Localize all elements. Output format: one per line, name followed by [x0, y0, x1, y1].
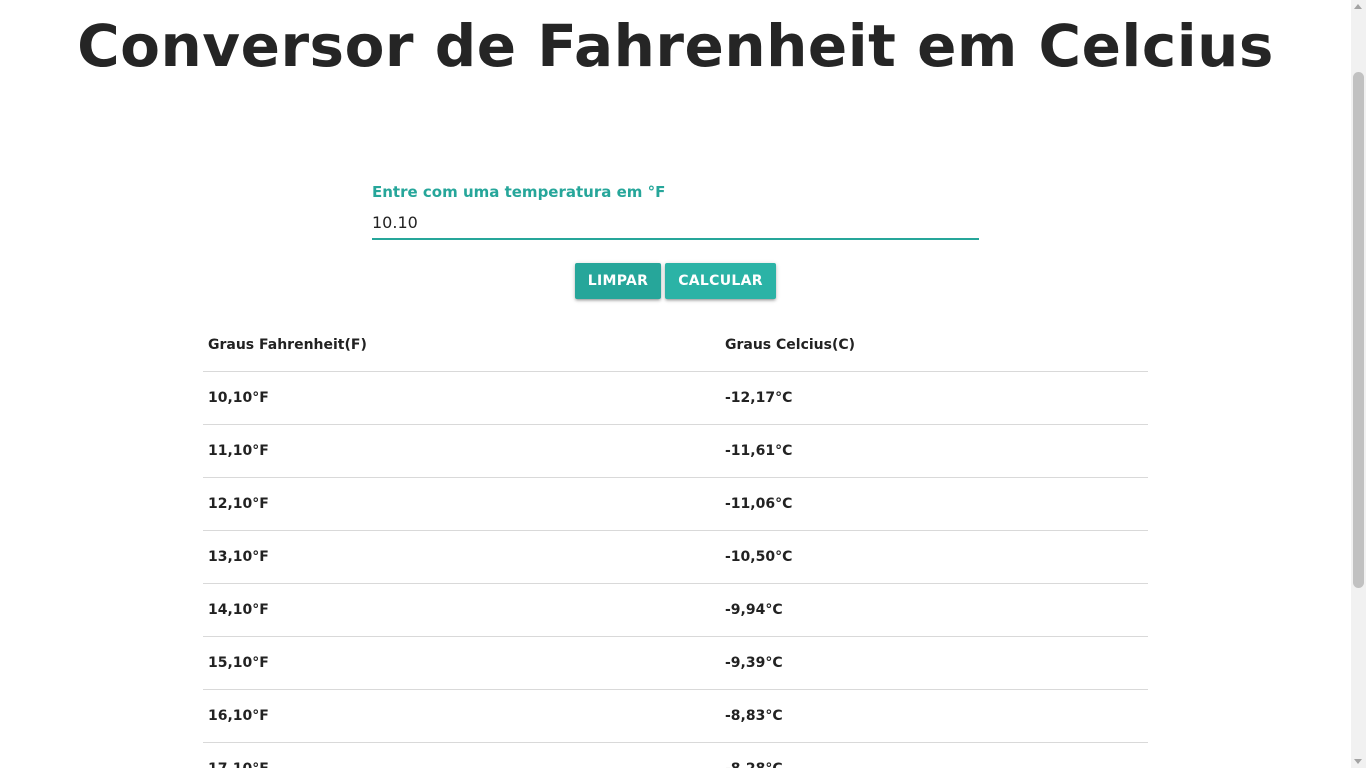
table-row: 14,10°F -9,94°C	[203, 583, 1148, 637]
fahrenheit-cell: 11,10°F	[203, 424, 720, 478]
scroll-up-icon[interactable]	[1354, 4, 1362, 9]
celsius-cell: -9,39°C	[720, 636, 1148, 690]
celsius-cell: -9,94°C	[720, 583, 1148, 637]
temperature-field: Entre com uma temperatura em °F	[372, 182, 979, 241]
table-row: 13,10°F -10,50°C	[203, 530, 1148, 584]
celsius-cell: -10,50°C	[720, 530, 1148, 584]
header-fahrenheit: Graus Fahrenheit(F)	[203, 318, 720, 372]
table-row: 16,10°F -8,83°C	[203, 689, 1148, 743]
clear-button[interactable]: LIMPAR	[575, 263, 661, 299]
celsius-cell: -11,06°C	[720, 477, 1148, 531]
table-row: 17,10°F -8,28°C	[203, 742, 1148, 768]
fahrenheit-cell: 15,10°F	[203, 636, 720, 690]
page-title: Conversor de Fahrenheit em Celcius	[77, 12, 1274, 80]
table-header-row: Graus Fahrenheit(F) Graus Celcius(C)	[203, 318, 1148, 372]
celsius-cell: -8,83°C	[720, 689, 1148, 743]
table-row: 10,10°F -12,17°C	[203, 371, 1148, 425]
celsius-cell: -8,28°C	[720, 742, 1148, 768]
table-row: 12,10°F -11,06°C	[203, 477, 1148, 531]
fahrenheit-cell: 17,10°F	[203, 742, 720, 768]
temperature-label: Entre com uma temperatura em °F	[372, 183, 666, 201]
page: Conversor de Fahrenheit em Celcius Entre…	[0, 0, 1351, 768]
header-celsius: Graus Celcius(C)	[720, 318, 1148, 372]
page-scrollbar[interactable]	[1351, 0, 1366, 768]
fahrenheit-cell: 12,10°F	[203, 477, 720, 531]
fahrenheit-cell: 13,10°F	[203, 530, 720, 584]
results-table: Graus Fahrenheit(F) Graus Celcius(C) 10,…	[203, 318, 1148, 768]
calculate-button[interactable]: CALCULAR	[665, 263, 776, 299]
celsius-cell: -11,61°C	[720, 424, 1148, 478]
scrollbar-thumb[interactable]	[1353, 72, 1364, 588]
table-row: 11,10°F -11,61°C	[203, 424, 1148, 478]
fahrenheit-cell: 16,10°F	[203, 689, 720, 743]
table-row: 15,10°F -9,39°C	[203, 636, 1148, 690]
temperature-input[interactable]	[372, 206, 979, 240]
fahrenheit-cell: 10,10°F	[203, 371, 720, 425]
celsius-cell: -12,17°C	[720, 371, 1148, 425]
fahrenheit-cell: 14,10°F	[203, 583, 720, 637]
scroll-down-icon[interactable]	[1354, 759, 1362, 764]
